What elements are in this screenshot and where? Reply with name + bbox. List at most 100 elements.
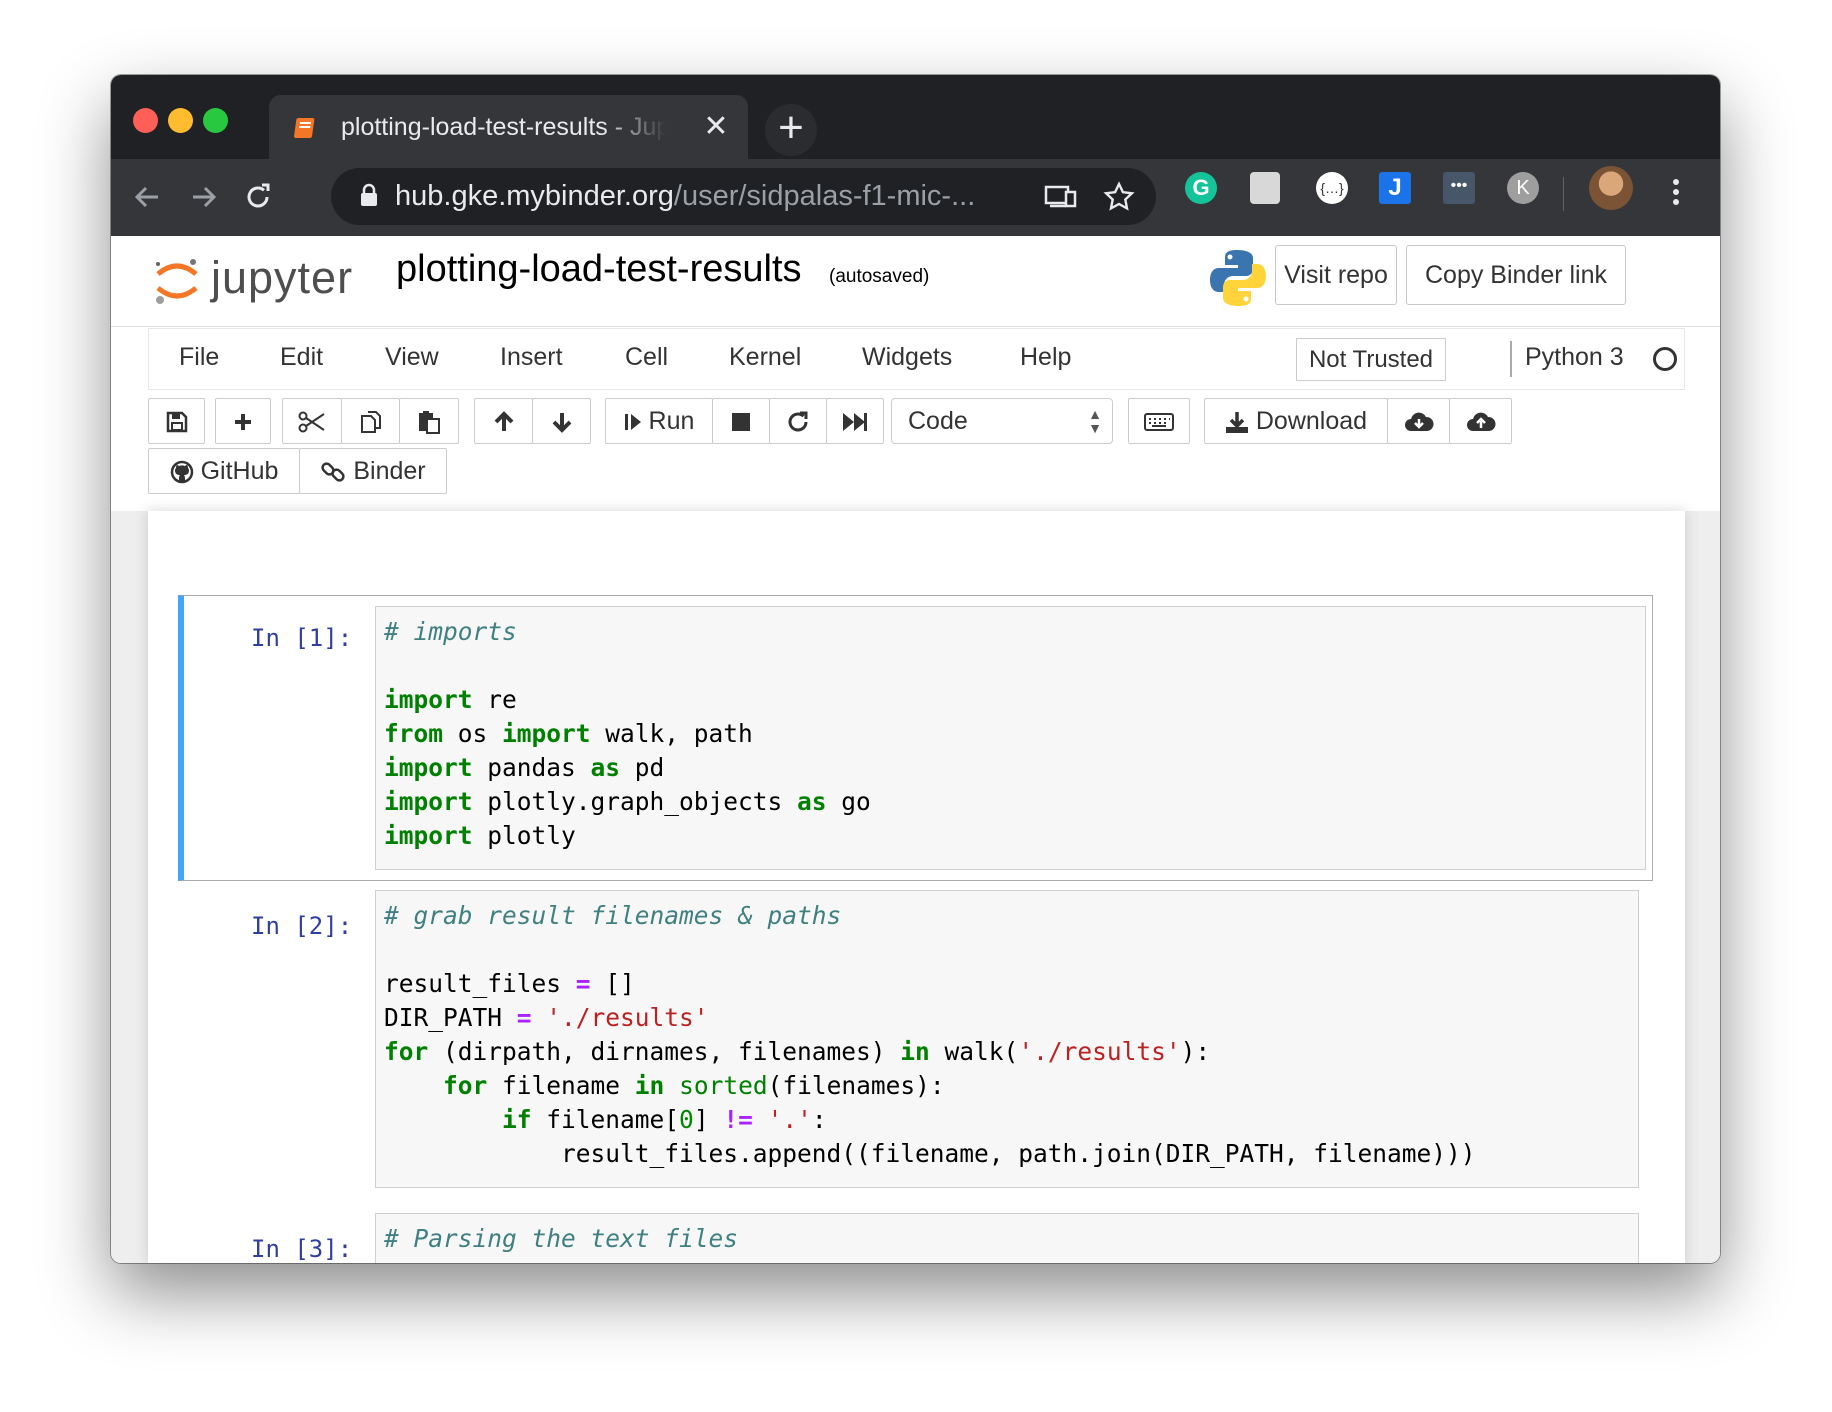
insert-cell-button[interactable] bbox=[215, 398, 271, 444]
cell-type-select[interactable]: Code ▲ ▼ bbox=[891, 398, 1113, 444]
menu-help[interactable]: Help bbox=[1020, 343, 1071, 372]
code-editor[interactable]: # grab result filenames & paths​result_f… bbox=[375, 890, 1639, 1188]
code-token: for bbox=[384, 1037, 429, 1066]
github-button[interactable]: GitHub bbox=[148, 448, 300, 494]
address-bar[interactable]: hub.gke.mybinder.org/user/sidpalas-f1-mi… bbox=[331, 168, 1156, 225]
close-window-button[interactable] bbox=[133, 108, 158, 133]
code-token: # imports bbox=[384, 617, 517, 646]
bookmark-star-icon[interactable] bbox=[1103, 181, 1135, 213]
cloud-upload-button[interactable] bbox=[1449, 398, 1512, 444]
code-token: in bbox=[634, 1071, 665, 1100]
arrow-up-icon bbox=[494, 411, 513, 432]
code-editor[interactable]: # Parsing the text files​def parse_times… bbox=[375, 1213, 1639, 1263]
extension-j-icon[interactable]: J bbox=[1379, 172, 1411, 204]
link-icon bbox=[321, 462, 346, 483]
code-token: = bbox=[516, 1003, 532, 1032]
visit-repo-button[interactable]: Visit repo bbox=[1275, 245, 1397, 305]
tab-close-icon[interactable]: ✕ bbox=[699, 110, 733, 144]
keyboard-icon bbox=[1144, 413, 1174, 432]
command-palette-button[interactable] bbox=[1128, 398, 1190, 444]
move-down-button[interactable] bbox=[532, 398, 591, 444]
move-up-button[interactable] bbox=[474, 398, 533, 444]
code-token: 0 bbox=[679, 1105, 694, 1134]
code-cell-1[interactable]: In [1]: # imports​import refrom os impor… bbox=[178, 595, 1653, 881]
arrow-down-icon bbox=[552, 413, 571, 434]
restart-run-all-button[interactable] bbox=[826, 398, 884, 444]
step-forward-icon bbox=[624, 414, 641, 431]
maximize-window-button[interactable] bbox=[203, 108, 228, 133]
restart-icon bbox=[788, 411, 808, 432]
extension-h-icon[interactable] bbox=[1250, 172, 1280, 204]
cloud-download-icon bbox=[1404, 412, 1434, 432]
code-cell-2[interactable]: In [2]: # grab result filenames & paths ​… bbox=[178, 884, 1653, 1188]
code-token: for bbox=[443, 1071, 488, 1100]
code-line: import pandas as pd bbox=[384, 751, 1645, 785]
stop-icon bbox=[732, 413, 750, 432]
restart-button[interactable] bbox=[769, 398, 827, 444]
jupyter-logo-text: jupyter bbox=[211, 252, 354, 303]
menu-file[interactable]: File bbox=[179, 343, 219, 372]
extension-k-icon[interactable]: K bbox=[1507, 172, 1539, 204]
notebook-container: In [1]: # imports​import refrom os impor… bbox=[148, 511, 1685, 1263]
copy-button[interactable] bbox=[341, 398, 400, 444]
extension-json-icon[interactable]: {…} bbox=[1316, 172, 1348, 204]
code-token: './results' bbox=[1018, 1037, 1181, 1066]
browser-tab[interactable]: plotting-load-test-results - Jupyter Not… bbox=[269, 95, 748, 159]
not-trusted-button[interactable]: Not Trusted bbox=[1296, 338, 1446, 381]
url-host: hub.gke.mybinder.org bbox=[395, 180, 674, 212]
code-cell-3[interactable]: In [3]: # Parsing the text files​def par… bbox=[178, 1207, 1653, 1263]
interrupt-button[interactable] bbox=[712, 398, 770, 444]
back-arrow-icon[interactable] bbox=[125, 174, 171, 220]
browser-window: plotting-load-test-results - Jupyter Not… bbox=[111, 75, 1720, 1263]
chrome-menu-icon[interactable] bbox=[1671, 175, 1681, 209]
menu-edit[interactable]: Edit bbox=[280, 343, 323, 372]
copy-binder-link-button[interactable]: Copy Binder link bbox=[1406, 245, 1626, 305]
code-token: import bbox=[384, 685, 473, 714]
save-button[interactable] bbox=[148, 398, 205, 444]
forward-arrow-icon[interactable] bbox=[180, 174, 226, 220]
run-button[interactable]: Run bbox=[605, 398, 713, 444]
profile-avatar[interactable] bbox=[1589, 166, 1633, 210]
download-button[interactable]: Download bbox=[1204, 398, 1388, 444]
download-label: Download bbox=[1255, 407, 1368, 435]
kernel-name: Python 3 bbox=[1525, 343, 1624, 371]
fast-forward-icon bbox=[843, 413, 867, 432]
cloud-download-button[interactable] bbox=[1387, 398, 1450, 444]
menu-view[interactable]: View bbox=[385, 343, 439, 372]
code-line: import plotly bbox=[384, 819, 1645, 853]
menu-kernel[interactable]: Kernel bbox=[729, 343, 801, 372]
code-token: != bbox=[723, 1105, 753, 1134]
code-line: if filename[0] != '.': bbox=[384, 1103, 1638, 1137]
code-line: # imports bbox=[384, 615, 1645, 649]
tab-title: plotting-load-test-results - Jupyter Not… bbox=[341, 113, 666, 141]
grammarly-icon[interactable]: G bbox=[1185, 172, 1217, 204]
menu-cell[interactable]: Cell bbox=[625, 343, 668, 372]
code-token: filename[ bbox=[531, 1105, 680, 1134]
cut-button[interactable] bbox=[282, 398, 342, 444]
reload-icon[interactable] bbox=[235, 174, 281, 220]
jupyter-logo[interactable]: jupyter bbox=[153, 248, 373, 308]
notebook-area: In [1]: # imports​import refrom os impor… bbox=[111, 511, 1720, 1263]
cell-type-value: Code bbox=[908, 407, 968, 435]
lock-icon bbox=[361, 183, 377, 206]
code-editor[interactable]: # imports​import refrom os import walk, … bbox=[375, 606, 1646, 870]
code-token: (filenames): bbox=[767, 1071, 945, 1100]
code-token: sorted bbox=[679, 1071, 768, 1100]
code-token: import bbox=[384, 753, 473, 782]
notebook-name[interactable]: plotting-load-test-results bbox=[396, 248, 802, 291]
run-label: Run bbox=[648, 407, 695, 435]
github-label: GitHub bbox=[200, 457, 279, 485]
menu-insert[interactable]: Insert bbox=[500, 343, 563, 372]
code-token: = bbox=[575, 969, 591, 998]
new-tab-button[interactable]: + bbox=[765, 104, 817, 156]
cast-device-icon[interactable] bbox=[1044, 182, 1078, 212]
minimize-window-button[interactable] bbox=[168, 108, 193, 133]
paste-button[interactable] bbox=[399, 398, 459, 444]
extension-dots-icon[interactable]: ••• bbox=[1443, 172, 1475, 204]
binder-button[interactable]: Binder bbox=[299, 448, 447, 494]
url-text: hub.gke.mybinder.org/user/sidpalas-f1-mi… bbox=[395, 180, 995, 214]
menu-widgets[interactable]: Widgets bbox=[862, 343, 952, 372]
